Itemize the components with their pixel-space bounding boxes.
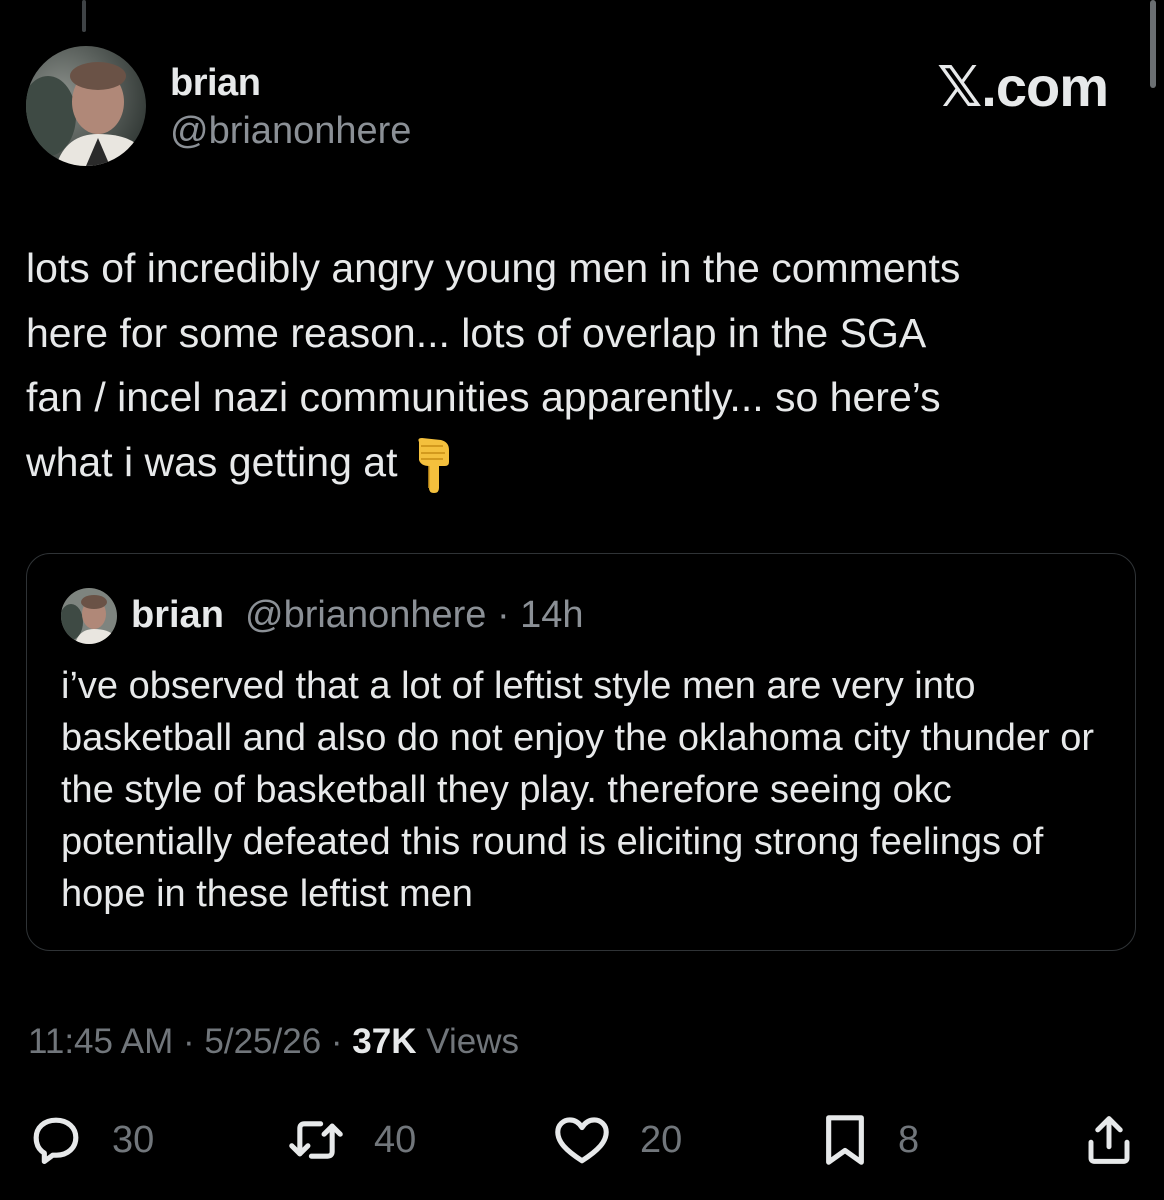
thread-connector-line	[82, 0, 86, 32]
reply-count: 30	[112, 1118, 155, 1161]
action-bar: 30 40 20 8	[0, 1108, 1164, 1172]
like-count: 20	[640, 1118, 683, 1161]
views-count[interactable]: 37K	[352, 1022, 416, 1061]
bookmark-button[interactable]: 8	[820, 1108, 919, 1172]
author-handle[interactable]: @brianonhere	[170, 110, 411, 153]
repost-icon	[286, 1112, 346, 1168]
tweet-text: lots of incredibly angry young men in th…	[26, 245, 961, 485]
bookmark-count: 8	[898, 1118, 920, 1161]
reply-button[interactable]: 30	[28, 1108, 154, 1172]
repost-button[interactable]: 40	[286, 1108, 416, 1172]
bookmark-icon	[820, 1112, 870, 1168]
reply-icon	[28, 1112, 84, 1168]
quoted-author-avatar[interactable]	[61, 588, 117, 644]
repost-count: 40	[374, 1118, 417, 1161]
quoted-tweet-text: i’ve observed that a lot of leftist styl…	[61, 665, 1094, 915]
x-site-logo: 𝕏.com	[937, 55, 1109, 118]
like-button[interactable]: 20	[552, 1108, 682, 1172]
share-icon	[1082, 1112, 1136, 1168]
tweet-metadata: 11:45 AM · 5/25/26 · 37K Views	[28, 1022, 519, 1061]
tweet-body: lots of incredibly angry young men in th…	[26, 236, 1126, 494]
quoted-author-name[interactable]: brian	[131, 594, 224, 637]
views-label: Views	[426, 1022, 519, 1061]
author-avatar[interactable]	[26, 46, 146, 166]
heart-icon	[552, 1112, 612, 1168]
point-down-emoji	[411, 436, 457, 494]
tweet-time: 11:45 AM	[28, 1022, 174, 1061]
tweet-date: 5/25/26	[204, 1022, 322, 1061]
share-button[interactable]	[1082, 1108, 1136, 1172]
author-display-name[interactable]: brian	[170, 62, 261, 105]
quoted-tweet-card[interactable]: brian @brianonhere · 14h i’ve observed t…	[26, 553, 1136, 951]
scroll-indicator[interactable]	[1150, 0, 1156, 88]
quoted-author-meta: @brianonhere · 14h	[245, 594, 584, 636]
